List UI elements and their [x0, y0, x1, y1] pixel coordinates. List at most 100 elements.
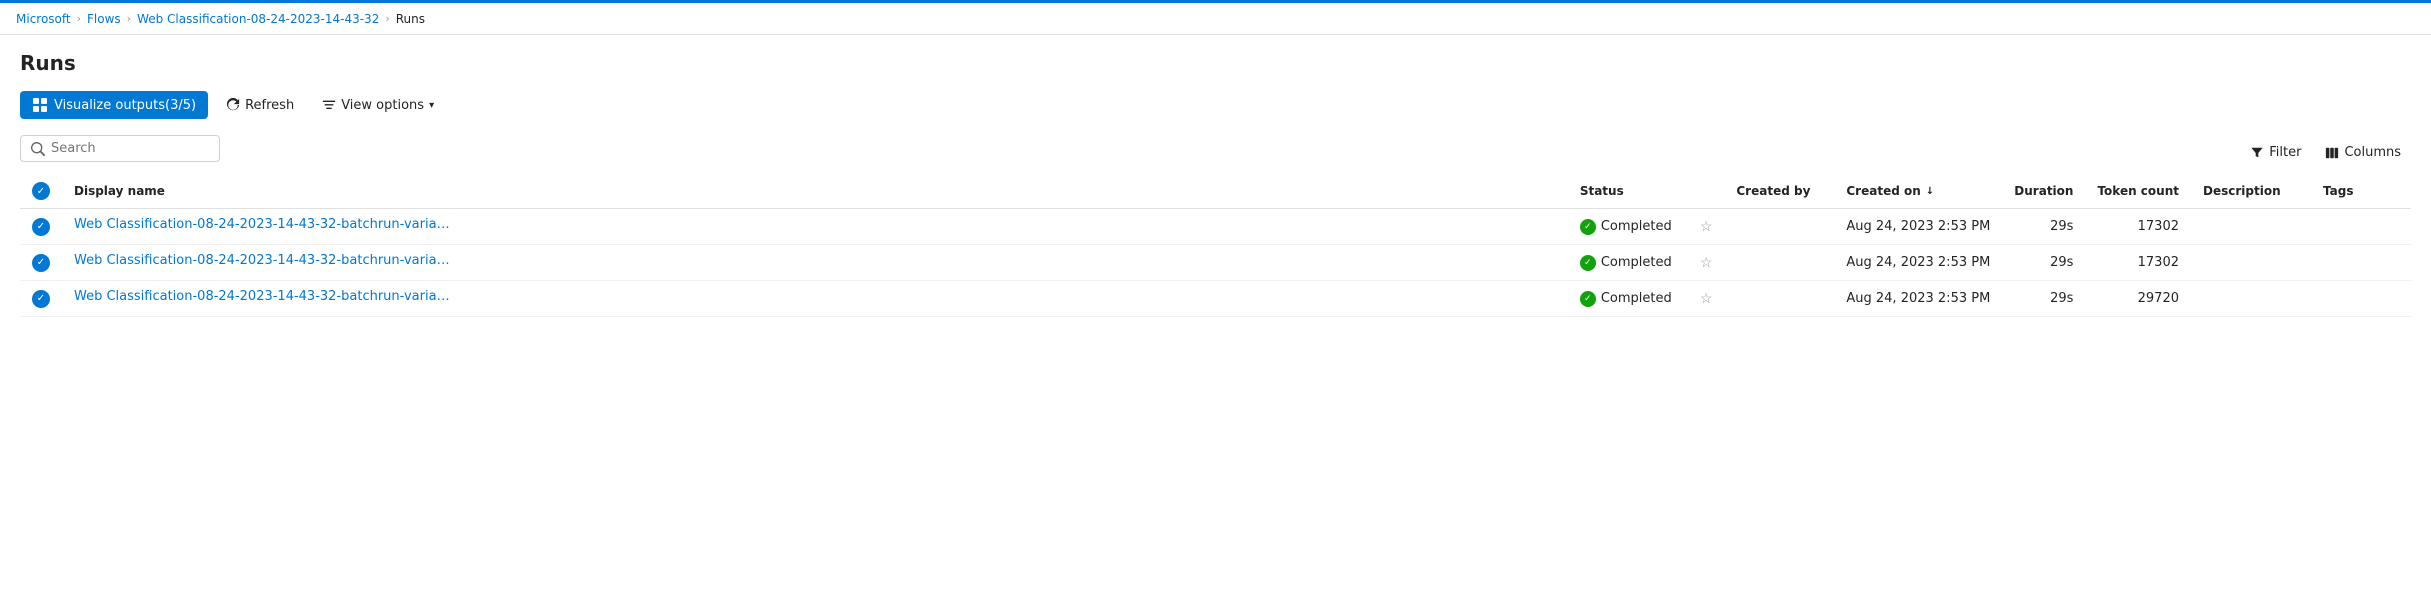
row-duration-1: 29s	[2002, 245, 2085, 281]
col-header-description[interactable]: Description	[2191, 174, 2311, 209]
row-created-on-0: Aug 24, 2023 2:53 PM	[1834, 209, 2002, 245]
col-tags-label: Tags	[2323, 184, 2353, 198]
run-name-link-1[interactable]: Web Classification-08-24-2023-14-43-32-b…	[74, 253, 454, 268]
columns-icon	[2325, 146, 2339, 160]
row-status-2: ✓ Completed	[1568, 281, 1688, 317]
row-created-by-2	[1724, 281, 1834, 317]
status-label-0: Completed	[1601, 219, 1672, 234]
row-token-count-2: 29720	[2085, 281, 2191, 317]
search-icon	[31, 142, 45, 156]
row-status-1: ✓ Completed	[1568, 245, 1688, 281]
row-star-0: ☆	[1688, 209, 1725, 245]
table-toolbar: Filter Columns	[20, 135, 2411, 170]
view-options-chevron-icon: ▾	[429, 100, 434, 111]
status-label-2: Completed	[1601, 291, 1672, 306]
col-header-created-by[interactable]: Created by	[1724, 174, 1834, 209]
row-created-on-2: Aug 24, 2023 2:53 PM	[1834, 281, 2002, 317]
status-completed-icon-2: ✓	[1580, 291, 1596, 307]
row-tags-1	[2311, 245, 2411, 281]
visualize-outputs-label: Visualize outputs(3/5)	[54, 98, 196, 113]
breadcrumb-sep-2: ›	[127, 12, 131, 25]
status-completed-icon-0: ✓	[1580, 219, 1596, 235]
search-container	[20, 135, 220, 162]
table-row: ✓ Web Classification-08-24-2023-14-43-32…	[20, 245, 2411, 281]
status-completed-icon-1: ✓	[1580, 255, 1596, 271]
row-created-by-1	[1724, 245, 1834, 281]
row-created-by-0	[1724, 209, 1834, 245]
visualize-outputs-button[interactable]: Visualize outputs(3/5)	[20, 91, 208, 119]
row-token-count-0: 17302	[2085, 209, 2191, 245]
table-header-row: ✓ Display name Status Created by Created…	[20, 174, 2411, 209]
row-check-0[interactable]: ✓	[20, 209, 62, 245]
col-description-label: Description	[2203, 184, 2281, 198]
breadcrumb-current: Runs	[396, 12, 425, 26]
col-header-check: ✓	[20, 174, 62, 209]
row-tags-2	[2311, 281, 2411, 317]
star-button-1[interactable]: ☆	[1700, 254, 1713, 271]
row-checkbox-2[interactable]: ✓	[32, 290, 50, 308]
star-button-0[interactable]: ☆	[1700, 218, 1713, 235]
star-button-2[interactable]: ☆	[1700, 290, 1713, 307]
row-name-1: Web Classification-08-24-2023-14-43-32-b…	[62, 245, 1568, 281]
row-description-2	[2191, 281, 2311, 317]
row-duration-2: 29s	[2002, 281, 2085, 317]
refresh-label: Refresh	[245, 98, 294, 113]
row-created-on-1: Aug 24, 2023 2:53 PM	[1834, 245, 2002, 281]
col-header-status[interactable]: Status	[1568, 174, 1688, 209]
view-options-button[interactable]: View options ▾	[312, 92, 444, 119]
refresh-icon	[226, 98, 240, 112]
row-description-0	[2191, 209, 2311, 245]
toolbar: Visualize outputs(3/5) Refresh View opti…	[20, 91, 2411, 119]
col-header-created-on[interactable]: Created on ↓	[1834, 174, 2002, 209]
breadcrumb-microsoft[interactable]: Microsoft	[16, 12, 71, 26]
page-title: Runs	[20, 51, 2411, 75]
col-header-token-count[interactable]: Token count	[2085, 174, 2191, 209]
col-status-label: Status	[1580, 184, 1624, 198]
search-input[interactable]	[51, 141, 209, 156]
row-name-2: Web Classification-08-24-2023-14-43-32-b…	[62, 281, 1568, 317]
view-options-label: View options	[341, 98, 424, 113]
columns-label: Columns	[2344, 145, 2401, 160]
breadcrumb-sep-1: ›	[77, 12, 81, 25]
row-check-2[interactable]: ✓	[20, 281, 62, 317]
row-check-1[interactable]: ✓	[20, 245, 62, 281]
sort-desc-icon: ↓	[1926, 186, 1934, 197]
row-tags-0	[2311, 209, 2411, 245]
col-token-count-label: Token count	[2097, 184, 2179, 198]
col-created-by-label: Created by	[1736, 184, 1810, 198]
col-header-duration[interactable]: Duration	[2002, 174, 2085, 209]
row-status-0: ✓ Completed	[1568, 209, 1688, 245]
runs-table: ✓ Display name Status Created by Created…	[20, 174, 2411, 317]
table-row: ✓ Web Classification-08-24-2023-14-43-32…	[20, 281, 2411, 317]
row-checkbox-1[interactable]: ✓	[32, 254, 50, 272]
col-name-label: Display name	[74, 184, 165, 198]
breadcrumb-flows[interactable]: Flows	[87, 12, 121, 26]
row-star-1: ☆	[1688, 245, 1725, 281]
col-created-on-label: Created on	[1846, 184, 1920, 198]
table-actions: Filter Columns	[2240, 140, 2411, 165]
row-name-0: Web Classification-08-24-2023-14-43-32-b…	[62, 209, 1568, 245]
columns-button[interactable]: Columns	[2315, 140, 2411, 165]
row-checkbox-0[interactable]: ✓	[32, 218, 50, 236]
row-star-2: ☆	[1688, 281, 1725, 317]
col-header-name[interactable]: Display name	[62, 174, 1568, 209]
refresh-button[interactable]: Refresh	[216, 92, 304, 119]
run-name-link-2[interactable]: Web Classification-08-24-2023-14-43-32-b…	[74, 289, 454, 304]
status-label-1: Completed	[1601, 255, 1672, 270]
breadcrumb: Microsoft › Flows › Web Classification-0…	[16, 12, 425, 26]
row-description-1	[2191, 245, 2311, 281]
top-bar: Microsoft › Flows › Web Classification-0…	[0, 3, 2431, 35]
filter-label: Filter	[2269, 145, 2301, 160]
filter-icon	[2250, 146, 2264, 160]
run-name-link-0[interactable]: Web Classification-08-24-2023-14-43-32-b…	[74, 217, 454, 232]
breadcrumb-sep-3: ›	[385, 12, 389, 25]
col-header-tags[interactable]: Tags	[2311, 174, 2411, 209]
col-header-star	[1688, 174, 1725, 209]
view-options-icon	[322, 98, 336, 112]
filter-button[interactable]: Filter	[2240, 140, 2311, 165]
select-all-checkbox[interactable]: ✓	[32, 182, 50, 200]
main-content: Runs Visualize outputs(3/5) Refresh View…	[0, 35, 2431, 333]
row-token-count-1: 17302	[2085, 245, 2191, 281]
breadcrumb-flow-name[interactable]: Web Classification-08-24-2023-14-43-32	[137, 12, 379, 26]
table-row: ✓ Web Classification-08-24-2023-14-43-32…	[20, 209, 2411, 245]
